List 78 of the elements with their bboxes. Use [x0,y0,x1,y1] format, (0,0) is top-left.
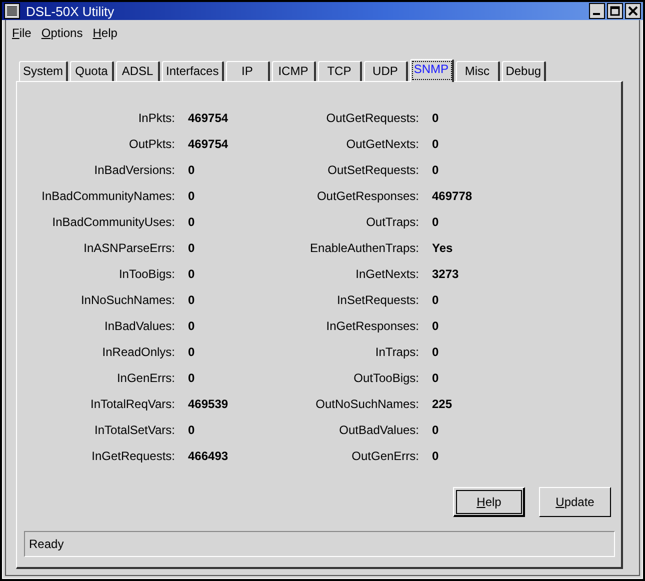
stat-value: 466493 [188,449,228,463]
menu-item[interactable]: Options [41,26,83,40]
stat-value: 0 [188,189,195,203]
stat-label: OutGetResponses: [316,189,419,203]
stat-value: 0 [432,449,439,463]
window-menu-icon[interactable] [4,3,20,20]
stat-label: InTotalSetVars: [94,423,175,437]
stat-value: 469754 [188,137,228,151]
status-text: Ready [29,537,64,551]
stat-value: 0 [188,215,195,229]
stat-label: OutNoSuchNames: [314,397,419,411]
stat-label: OutTraps: [365,215,419,229]
tab[interactable]: Interfaces [162,61,224,81]
stat-value: 0 [432,163,439,177]
stat-label: InSetRequests: [336,293,419,307]
tab[interactable]: TCP [318,61,362,81]
minimize-icon[interactable] [589,3,605,20]
stat-label: InGetNexts: [354,267,419,281]
stat-value: 3273 [432,267,459,281]
stat-label: InGetRequests: [90,449,175,463]
stat-label: InTooBigs: [118,267,175,281]
stat-value: 0 [432,319,439,333]
stat-label: OutGenErrs: [350,449,419,463]
stat-label: InReadOnlys: [101,345,175,359]
stat-value: 0 [188,241,195,255]
stat-label: InBadValues: [104,319,175,333]
stat-value: 469754 [188,111,228,125]
stat-value: 0 [188,423,195,437]
stat-label: InTraps: [374,345,419,359]
tab[interactable]: Quota [70,61,114,81]
stat-label: OutBadValues: [338,423,419,437]
stat-label: EnableAuthenTraps: [309,241,419,255]
window-title: DSL-50X Utility [26,4,116,19]
stat-value: 0 [432,215,439,229]
stat-value: 225 [432,397,452,411]
help-button[interactable]: Help [453,487,525,517]
stat-label: InBadCommunityNames: [40,189,175,203]
tab[interactable]: SNMP [410,59,454,82]
stat-value: 0 [432,293,439,307]
stat-label: OutSetRequests: [326,163,419,177]
tab[interactable]: System [19,61,68,81]
stat-label: InBadCommunityUses: [51,215,175,229]
update-button[interactable]: Update [539,487,611,517]
stat-label: InASNParseErrs: [82,241,175,255]
stat-label: OutGetRequests: [325,111,419,125]
maximize-icon[interactable] [607,3,623,20]
tab[interactable]: Debug [502,61,546,81]
close-icon[interactable] [625,3,641,20]
stat-label: InNoSuchNames: [80,293,175,307]
stat-label: OutTooBigs: [352,371,419,385]
stat-value: 0 [188,345,195,359]
stat-value: 0 [432,423,439,437]
stat-label: OutGetNexts: [345,137,419,151]
stat-value: 0 [188,267,195,281]
tab[interactable]: UDP [364,61,408,81]
stat-value: 0 [432,111,439,125]
tab[interactable]: IP [226,61,270,81]
menu-item[interactable]: File [12,26,32,40]
menu-item[interactable]: Help [92,26,118,40]
stat-value: 0 [432,371,439,385]
stat-value: 0 [188,319,195,333]
stat-value: 0 [188,293,195,307]
stat-value: 0 [188,371,195,385]
stat-label: InTotalReqVars: [90,397,175,411]
stat-label: OutPkts: [128,137,175,151]
tab[interactable]: ADSL [116,61,160,81]
stat-label: InGetResponses: [325,319,419,333]
stat-value: 469539 [188,397,228,411]
stat-value: Yes [432,241,453,255]
stat-label: InGenErrs: [116,371,175,385]
stat-label: InPkts: [137,111,175,125]
tab[interactable]: ICMP [272,61,316,81]
tab[interactable]: Misc [456,61,500,81]
stat-value: 0 [432,345,439,359]
stat-value: 0 [188,163,195,177]
stat-value: 0 [432,137,439,151]
stat-label: InBadVersions: [93,163,175,177]
stat-value: 469778 [432,189,472,203]
